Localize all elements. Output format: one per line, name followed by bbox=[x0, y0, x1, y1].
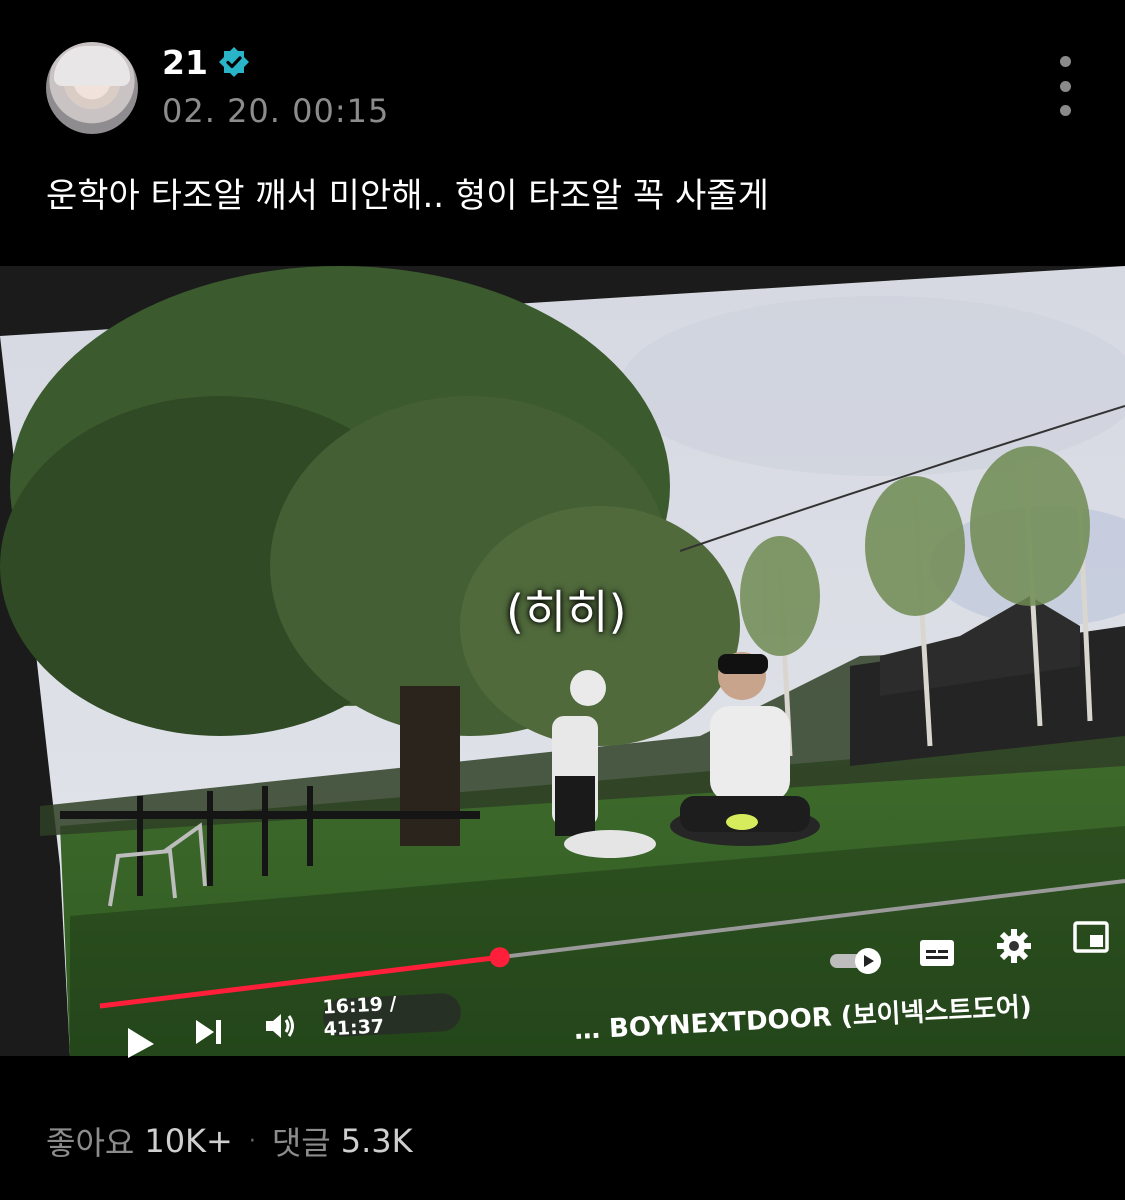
more-vertical-icon bbox=[1059, 56, 1071, 67]
stats-separator: · bbox=[248, 1128, 256, 1154]
video-time: 16:19 / 41:37 bbox=[322, 992, 462, 1041]
video-subtitle: (히히) bbox=[506, 585, 627, 639]
volume-icon[interactable] bbox=[262, 1008, 298, 1044]
post-photo[interactable] bbox=[0, 266, 1125, 1056]
post-text: 운학아 타조알 깨서 미안해.. 형이 타조알 꼭 사줄게 bbox=[46, 176, 769, 216]
captions-icon[interactable] bbox=[918, 938, 956, 968]
progress-bar-scrubber[interactable] bbox=[489, 947, 510, 968]
post-stats: 좋아요 10K+ · 댓글 5.3K bbox=[46, 1118, 413, 1164]
post-header: 21 02. 20. 00:15 bbox=[0, 0, 1125, 150]
autoplay-toggle-icon[interactable] bbox=[828, 946, 884, 976]
miniplayer-icon[interactable] bbox=[1072, 920, 1110, 954]
next-icon[interactable] bbox=[190, 1014, 226, 1050]
likes-count[interactable]: 10K+ bbox=[144, 1122, 233, 1160]
post-timestamp: 02. 20. 00:15 bbox=[162, 92, 390, 130]
author-avatar[interactable] bbox=[46, 42, 138, 134]
author-row: 21 bbox=[162, 40, 250, 84]
likes-label[interactable]: 좋아요 bbox=[46, 1118, 134, 1164]
verified-badge-icon bbox=[218, 47, 249, 77]
more-options-button[interactable] bbox=[1045, 56, 1085, 116]
photo-scene bbox=[0, 266, 1125, 1056]
settings-gear-icon[interactable] bbox=[996, 928, 1032, 964]
comments-label[interactable]: 댓글 bbox=[272, 1118, 331, 1164]
comments-count[interactable]: 5.3K bbox=[341, 1122, 413, 1160]
play-icon[interactable] bbox=[120, 1022, 160, 1062]
author-name[interactable]: 21 bbox=[162, 43, 208, 82]
